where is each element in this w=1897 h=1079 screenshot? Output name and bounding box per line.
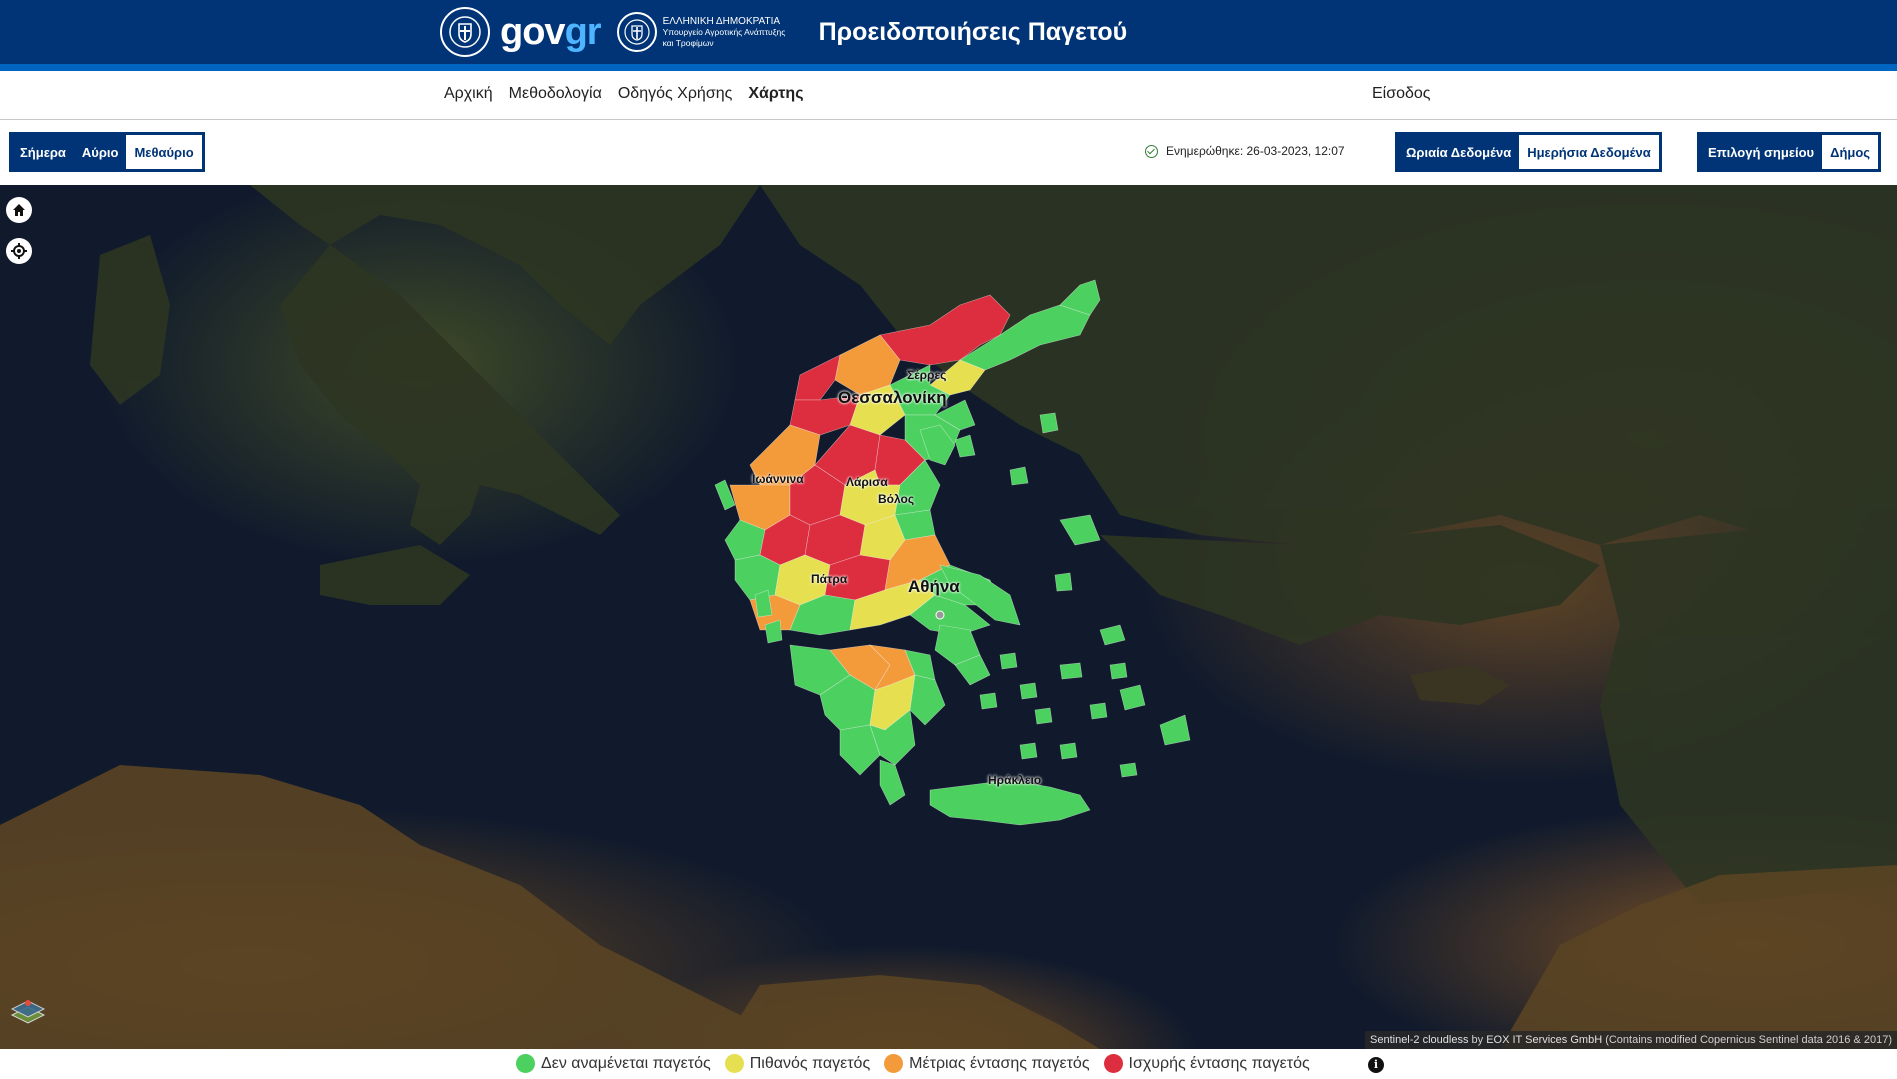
- land-cyprus: [1410, 665, 1510, 705]
- header-bar: govgr ΕΛΛΗΝΙΚΗ ΔΗΜΟΚΡΑΤΙΑ Υπουργείο Αγρο…: [0, 0, 1897, 64]
- city-label-ioannina: Ιωάννινα: [752, 472, 804, 486]
- point-option-municipality[interactable]: Δήμος: [1822, 135, 1879, 169]
- attribution-source-link[interactable]: Sentinel-2 cloudless: [1370, 1034, 1468, 1046]
- nav-link-user-guide[interactable]: Οδηγός Χρήσης: [618, 85, 732, 103]
- crosshair-icon: [11, 243, 27, 259]
- city-label-larisa: Λάρισα: [846, 475, 888, 489]
- land-sicily: [320, 545, 470, 605]
- legend-swatch-orange: [884, 1054, 904, 1073]
- day-option-day-after-tomorrow[interactable]: Μεθαύριο: [126, 135, 202, 169]
- app-title: Προειδοποιήσεις Παγετού: [818, 17, 1128, 46]
- legend-swatch-red: [1103, 1054, 1123, 1073]
- brand[interactable]: govgr ΕΛΛΗΝΙΚΗ ΔΗΜΟΚΡΑΤΙΑ Υπουργείο Αγρο…: [440, 6, 1127, 58]
- attribution-note: (Contains modified Copernicus Sentinel d…: [1605, 1034, 1892, 1046]
- legend-label: Μέτριας έντασης παγετός: [909, 1054, 1090, 1072]
- city-label-heraklion: Ηράκλειο: [988, 773, 1042, 787]
- land-north-africa-west: [0, 765, 760, 1049]
- login-link[interactable]: Είσοδος: [1372, 85, 1431, 103]
- athens-marker: [935, 610, 945, 620]
- legend-label: Πιθανός παγετός: [749, 1054, 871, 1072]
- check-circle-icon: [1145, 144, 1158, 158]
- info-icon[interactable]: i: [1368, 1057, 1384, 1073]
- city-label-athens: Αθήνα: [908, 577, 960, 596]
- land-libya-coast: [720, 975, 1100, 1049]
- last-updated-status: Ενημερώθηκε: 26-03-2023, 12:07: [1145, 144, 1345, 158]
- legend-item-no-frost: Δεν αναμένεται παγετός: [516, 1054, 711, 1073]
- attribution-by: by: [1471, 1034, 1484, 1046]
- greek-coat-of-arms-logo: [440, 7, 490, 57]
- point-option-select-point[interactable]: Επιλογή σημείου: [1700, 135, 1822, 169]
- ministry-name: ΕΛΛΗΝΙΚΗ ΔΗΜΟΚΡΑΤΙΑ Υπουργείο Αγροτικής …: [662, 15, 786, 48]
- city-label-volos: Βόλος: [878, 492, 915, 506]
- legend-item-possible-frost: Πιθανός παγετός: [724, 1054, 871, 1073]
- day-option-today[interactable]: Σήμερα: [12, 135, 74, 169]
- city-label-thessaloniki: Θεσσαλονίκη: [838, 388, 947, 407]
- nav-link-home[interactable]: Αρχική: [444, 85, 493, 103]
- locate-button[interactable]: [6, 238, 32, 264]
- data-option-hourly[interactable]: Ωριαία Δεδομένα: [1398, 135, 1519, 169]
- legend-label: Ισχυρής έντασης παγετός: [1128, 1054, 1310, 1072]
- point-selector: Επιλογή σημείου Δήμος: [1697, 132, 1882, 172]
- header-accent-stripe: [0, 64, 1897, 71]
- frost-map[interactable]: Σέρρες Θεσσαλονίκη Ιωάννινα Λάρισα Βόλος…: [0, 185, 1897, 1049]
- land-levant: [1600, 515, 1897, 905]
- city-label-patra: Πάτρα: [811, 572, 848, 586]
- main-nav: Αρχική Μεθοδολογία Οδηγός Χρήσης Χάρτης …: [0, 71, 1897, 120]
- day-selector: Σήμερα Αύριο Μεθαύριο: [9, 132, 205, 172]
- nav-link-map[interactable]: Χάρτης: [748, 85, 803, 103]
- ministry-logo: ΕΛΛΗΝΙΚΗ ΔΗΜΟΚΡΑΤΙΑ Υπουργείο Αγροτικής …: [616, 12, 805, 52]
- land-corsica-sardinia: [90, 235, 170, 405]
- last-updated-text: Ενημερώθηκε: 26-03-2023, 12:07: [1166, 144, 1345, 158]
- attribution-provider-link[interactable]: EOX IT Services GmbH: [1486, 1034, 1602, 1046]
- layers-icon: [10, 1000, 46, 1024]
- city-label-serres: Σέρρες: [907, 368, 947, 382]
- legend-label: Δεν αναμένεται παγετός: [541, 1054, 711, 1072]
- map-toolbar: Σήμερα Αύριο Μεθαύριο Ενημερώθηκε: 26-03…: [0, 120, 1897, 185]
- land-anatolia-south: [1100, 525, 1600, 645]
- legend-swatch-green: [516, 1054, 535, 1073]
- legend-swatch-yellow: [724, 1054, 744, 1073]
- map-attribution: Sentinel-2 cloudless by EOX IT Services …: [1365, 1031, 1897, 1049]
- day-option-tomorrow[interactable]: Αύριο: [74, 135, 127, 169]
- legend-item-severe-frost: Ισχυρής έντασης παγετός: [1103, 1054, 1310, 1073]
- land-egypt: [1500, 865, 1897, 1049]
- basemap-layer: [0, 185, 1897, 1049]
- frost-legend: Δεν αναμένεται παγετός Πιθανός παγετός Μ…: [0, 1049, 1897, 1079]
- layers-switcher-button[interactable]: [8, 993, 48, 1033]
- ministry-seal-icon: [616, 12, 657, 52]
- home-icon: [13, 204, 25, 216]
- nav-link-methodology[interactable]: Μεθοδολογία: [509, 85, 602, 103]
- home-button[interactable]: [6, 197, 32, 223]
- legend-item-moderate-frost: Μέτριας έντασης παγετός: [884, 1054, 1090, 1073]
- govgr-logo: govgr: [500, 11, 602, 53]
- data-option-daily[interactable]: Ημερήσια Δεδομένα: [1519, 135, 1659, 169]
- data-resolution-selector: Ωριαία Δεδομένα Ημερήσια Δεδομένα: [1395, 132, 1662, 172]
